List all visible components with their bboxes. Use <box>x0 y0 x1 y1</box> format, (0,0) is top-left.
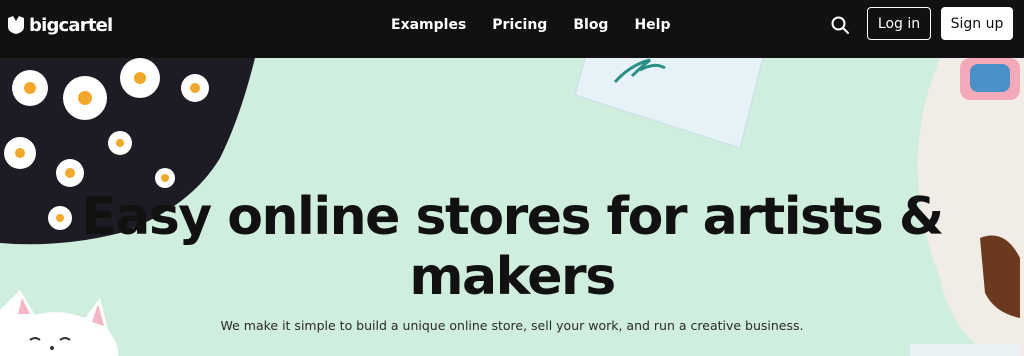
main-nav: Examples Pricing Blog Help <box>391 16 671 34</box>
corner-product-image <box>910 344 1020 356</box>
hero-subtitle: We make it simple to build a unique onli… <box>220 318 804 333</box>
search-icon[interactable] <box>830 15 850 35</box>
login-button[interactable]: Log in <box>867 7 931 40</box>
hero-title: Easy online stores for artists & makers <box>81 187 944 307</box>
bigcartel-logo-icon <box>8 16 24 34</box>
navbar: bigcartel Examples Pricing Blog Help Log… <box>0 0 1024 58</box>
nav-link-help[interactable]: Help <box>634 16 670 34</box>
nav-link-examples[interactable]: Examples <box>391 16 466 34</box>
brand-name: bigcartel <box>29 14 113 36</box>
nav-link-blog[interactable]: Blog <box>573 16 608 34</box>
page: bigcartel Examples Pricing Blog Help Log… <box>0 0 1024 356</box>
brand-logo[interactable]: bigcartel <box>8 13 113 37</box>
nav-link-pricing[interactable]: Pricing <box>492 16 547 34</box>
signup-button[interactable]: Sign up <box>941 7 1013 40</box>
